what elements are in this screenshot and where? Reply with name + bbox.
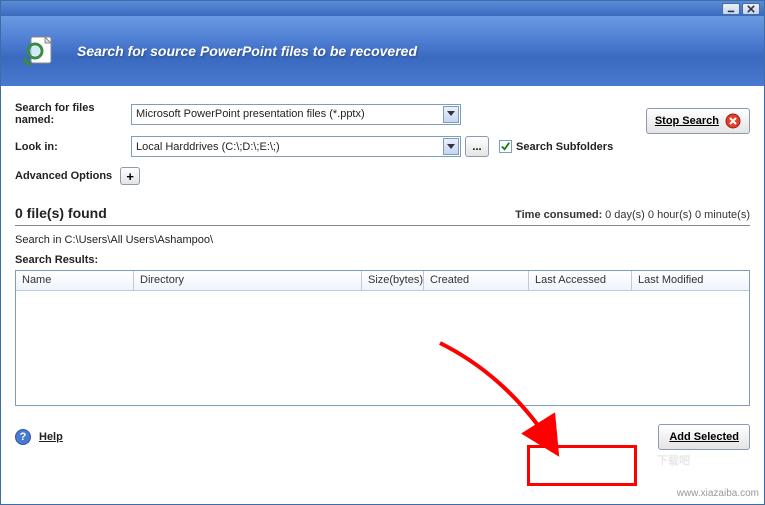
chevron-down-icon bbox=[443, 138, 459, 155]
minimize-button[interactable] bbox=[722, 3, 740, 15]
look-in-label: Look in: bbox=[15, 141, 131, 153]
content-area: Search for files named: Microsoft PowerP… bbox=[1, 86, 764, 504]
help-link[interactable]: ? Help bbox=[15, 429, 63, 445]
file-type-select[interactable]: Microsoft PowerPoint presentation files … bbox=[131, 104, 461, 125]
help-icon: ? bbox=[15, 429, 31, 445]
add-selected-button[interactable]: Add Selected bbox=[658, 424, 750, 450]
results-label: Search Results: bbox=[15, 254, 750, 266]
column-last-modified[interactable]: Last Modified bbox=[632, 271, 749, 291]
check-icon bbox=[500, 141, 511, 152]
column-size[interactable]: Size(bytes) bbox=[362, 271, 424, 291]
search-files-label: Search for files named: bbox=[15, 102, 131, 126]
look-in-value: Local Harddrives (C:\;D:\;E:\;) bbox=[136, 141, 443, 153]
stop-icon bbox=[725, 113, 741, 129]
stop-search-label: Stop Search bbox=[655, 115, 719, 127]
file-type-value: Microsoft PowerPoint presentation files … bbox=[136, 108, 443, 120]
time-consumed: Time consumed: 0 day(s) 0 hour(s) 0 minu… bbox=[515, 209, 750, 221]
app-window: Search for source PowerPoint files to be… bbox=[0, 0, 765, 505]
subfolders-checkbox[interactable] bbox=[499, 140, 512, 153]
results-table: Name Directory Size(bytes) Created Last … bbox=[15, 270, 750, 406]
time-consumed-label: Time consumed: bbox=[515, 209, 602, 221]
help-label: Help bbox=[39, 431, 63, 443]
page-title: Search for source PowerPoint files to be… bbox=[77, 43, 417, 59]
look-in-select[interactable]: Local Harddrives (C:\;D:\;E:\;) bbox=[131, 136, 461, 157]
browse-button[interactable]: ... bbox=[465, 136, 489, 157]
column-name[interactable]: Name bbox=[16, 271, 134, 291]
advanced-options-label: Advanced Options bbox=[15, 170, 112, 182]
stop-search-button[interactable]: Stop Search bbox=[646, 108, 750, 134]
add-selected-label: Add Selected bbox=[669, 431, 739, 443]
results-body[interactable] bbox=[16, 291, 749, 405]
time-consumed-value: 0 day(s) 0 hour(s) 0 minute(s) bbox=[605, 209, 750, 221]
titlebar bbox=[1, 1, 764, 16]
column-last-accessed[interactable]: Last Accessed bbox=[529, 271, 632, 291]
close-icon bbox=[747, 5, 755, 13]
chevron-down-icon bbox=[443, 106, 459, 123]
subfolders-label: Search Subfolders bbox=[516, 141, 613, 153]
advanced-expand-button[interactable]: + bbox=[120, 167, 140, 185]
minimize-icon bbox=[727, 5, 735, 13]
search-doc-icon bbox=[21, 33, 57, 69]
results-header: Name Directory Size(bytes) Created Last … bbox=[16, 271, 749, 291]
column-directory[interactable]: Directory bbox=[134, 271, 362, 291]
close-button[interactable] bbox=[742, 3, 760, 15]
search-path: Search in C:\Users\All Users\Ashampoo\ bbox=[15, 234, 750, 246]
files-found-count: 0 file(s) found bbox=[15, 205, 107, 221]
column-created[interactable]: Created bbox=[424, 271, 529, 291]
header-banner: Search for source PowerPoint files to be… bbox=[1, 16, 764, 86]
